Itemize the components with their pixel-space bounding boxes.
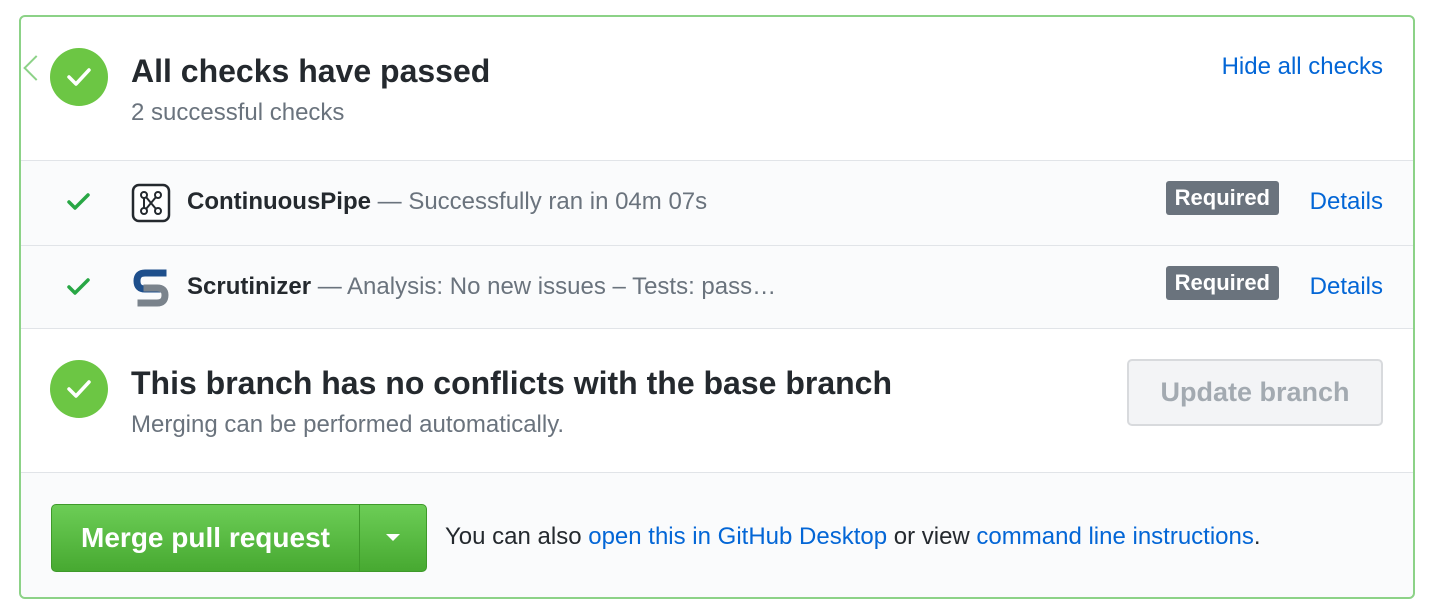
success-check-icon xyxy=(50,48,108,106)
branch-status-subtitle: Merging can be performed automatically. xyxy=(131,411,565,438)
required-badge: Required xyxy=(1165,181,1279,215)
check-description: Successfully ran in 04m 07s xyxy=(408,188,708,215)
details-link[interactable]: Details xyxy=(1310,188,1383,216)
scrutinizer-logo-icon xyxy=(133,269,169,307)
check-row-scrutinizer: Scrutinizer — Analysis: No new issues – … xyxy=(21,245,1413,330)
checks-status-section: All checks have passed 2 successful chec… xyxy=(21,17,1413,160)
check-separator: — xyxy=(370,188,409,215)
note-suffix: . xyxy=(1253,523,1261,550)
hide-all-checks-link[interactable]: Hide all checks xyxy=(1222,53,1383,81)
merge-pull-request-button[interactable]: Merge pull request xyxy=(52,505,360,571)
merge-button-group: Merge pull request xyxy=(51,504,427,572)
branch-status-title: This branch has no conflicts with the ba… xyxy=(131,365,893,401)
check-summary: ContinuousPipe — Successfully ran in 04m… xyxy=(187,188,707,216)
continuouspipe-logo-icon xyxy=(131,183,171,223)
merge-options-dropdown[interactable] xyxy=(360,505,426,571)
command-line-instructions-link[interactable]: command line instructions xyxy=(976,523,1253,550)
branch-status-section: This branch has no conflicts with the ba… xyxy=(21,328,1413,472)
details-link[interactable]: Details xyxy=(1310,273,1383,301)
check-summary: Scrutinizer — Analysis: No new issues – … xyxy=(187,273,776,301)
caret-down-icon xyxy=(386,534,400,541)
check-passed-icon xyxy=(67,278,90,295)
required-badge: Required xyxy=(1165,266,1279,300)
update-branch-button[interactable]: Update branch xyxy=(1127,359,1383,426)
note-middle: or view xyxy=(887,523,977,550)
check-name: Scrutinizer xyxy=(187,273,312,300)
note-prefix: You can also xyxy=(445,523,589,550)
check-row-continuouspipe: ContinuousPipe — Successfully ran in 04m… xyxy=(21,161,1413,245)
merge-box: All checks have passed 2 successful chec… xyxy=(19,15,1415,599)
merge-section: Merge pull request You can also open thi… xyxy=(21,472,1413,597)
open-in-github-desktop-link[interactable]: open this in GitHub Desktop xyxy=(588,523,887,550)
checks-status-title: All checks have passed xyxy=(131,53,491,89)
check-passed-icon xyxy=(67,193,90,210)
check-description: Analysis: No new issues – Tests: pass… xyxy=(347,273,777,300)
merge-alternatives-note: You can also open this in GitHub Desktop… xyxy=(445,523,1261,551)
checks-status-subtitle: 2 successful checks xyxy=(131,99,345,126)
check-name: ContinuousPipe xyxy=(187,188,371,215)
checks-list: ContinuousPipe — Successfully ran in 04m… xyxy=(21,160,1413,328)
success-check-icon xyxy=(50,360,108,418)
check-separator: — xyxy=(311,273,348,300)
